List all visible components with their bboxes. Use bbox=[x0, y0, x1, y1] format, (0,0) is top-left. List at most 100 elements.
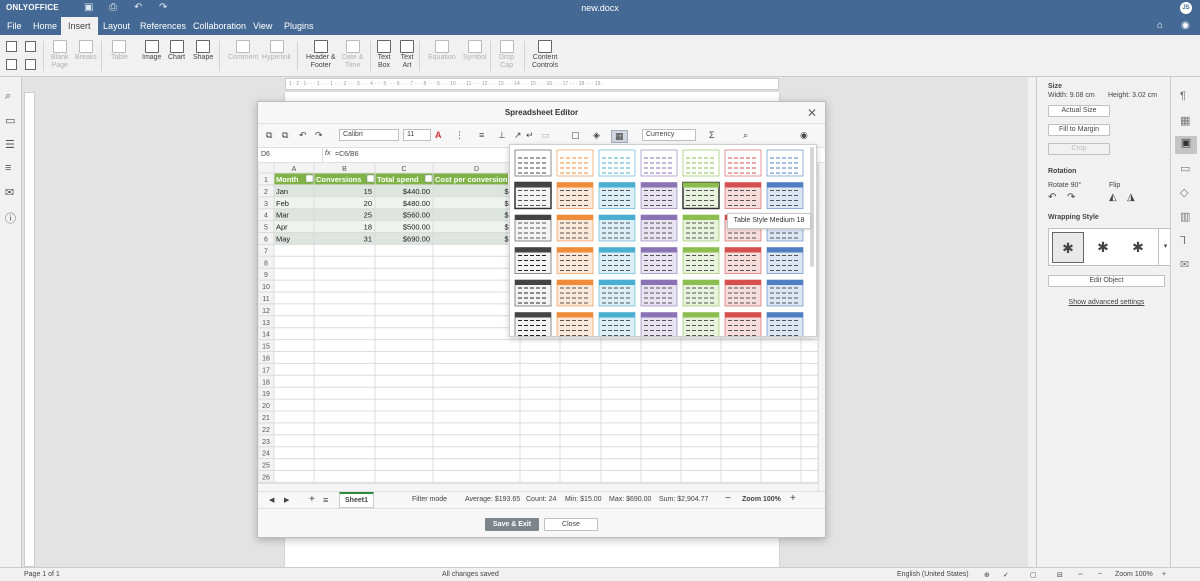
table-style-swatch[interactable] bbox=[682, 312, 720, 338]
tab-plugins[interactable]: Plugins bbox=[277, 17, 321, 35]
text-orient-icon[interactable]: ↗ bbox=[514, 130, 522, 141]
toolbar-item-1[interactable]: Breaks bbox=[75, 40, 97, 62]
search-icon[interactable]: ⌕ bbox=[743, 130, 748, 141]
table-style-swatch[interactable] bbox=[724, 247, 762, 274]
table-style-swatch[interactable] bbox=[640, 312, 678, 338]
table-style-swatch[interactable] bbox=[514, 181, 552, 210]
fit-page-icon[interactable]: ⊟ bbox=[1057, 571, 1063, 579]
feedback-icon[interactable]: ✉ bbox=[5, 186, 14, 199]
table-style-swatch[interactable] bbox=[514, 279, 552, 307]
sheet-tab[interactable]: Sheet1 bbox=[339, 492, 374, 508]
wrap-tight-icon[interactable]: ✱ bbox=[1122, 232, 1154, 263]
table-style-swatch[interactable] bbox=[514, 149, 552, 177]
language-selector[interactable]: English (United States) bbox=[897, 571, 969, 578]
table-style-swatch[interactable] bbox=[514, 312, 552, 338]
number-format-select[interactable]: Currency bbox=[642, 129, 696, 141]
track-changes-icon[interactable]: ▢ bbox=[1030, 571, 1037, 579]
table-style-swatch[interactable] bbox=[598, 214, 636, 242]
zoom-level[interactable]: Zoom 100% bbox=[742, 496, 781, 503]
sheet-list-icon[interactable]: ≡ bbox=[323, 495, 328, 505]
table-style-swatch[interactable] bbox=[724, 312, 762, 338]
fx-icon[interactable]: fx bbox=[325, 150, 330, 157]
chat-icon[interactable]: ☰ bbox=[5, 138, 15, 151]
table-style-swatch[interactable] bbox=[598, 149, 636, 177]
toolbar-item-11[interactable]: Text Art bbox=[400, 40, 414, 70]
toolbar-item-4[interactable]: Chart bbox=[168, 40, 185, 62]
table-style-swatch[interactable] bbox=[766, 312, 804, 338]
more-icon[interactable]: ⋮ bbox=[455, 130, 464, 141]
table-style-swatch[interactable] bbox=[682, 214, 720, 242]
wrap-text-icon[interactable]: ↵ bbox=[526, 130, 534, 141]
toolbar-item-8[interactable]: Header & Footer bbox=[306, 40, 336, 70]
tab-layout[interactable]: Layout bbox=[96, 17, 137, 35]
table-style-swatch[interactable] bbox=[766, 182, 804, 209]
comment-icon[interactable]: ▭ bbox=[5, 114, 15, 127]
user-avatar[interactable]: JS bbox=[1180, 2, 1192, 14]
fill-margin-button[interactable]: Fill to Margin bbox=[1048, 124, 1110, 136]
table-style-swatch[interactable] bbox=[724, 279, 762, 307]
zoom-in-icon[interactable]: + bbox=[1162, 571, 1166, 578]
crop-button[interactable]: Crop bbox=[1048, 143, 1110, 155]
navigation-icon[interactable]: ≡ bbox=[5, 162, 11, 174]
palette-scrollbar[interactable] bbox=[810, 147, 814, 267]
merge-icon[interactable]: ▭ bbox=[541, 130, 550, 141]
tab-file[interactable]: File bbox=[0, 17, 29, 35]
user-icon[interactable]: ◉ bbox=[1181, 20, 1190, 31]
toolbar-item-6[interactable]: Comment bbox=[228, 40, 258, 62]
table-style-swatch[interactable] bbox=[682, 247, 720, 274]
table-style-swatch[interactable] bbox=[556, 182, 594, 209]
toolbar-item-15[interactable]: Content Controls bbox=[532, 40, 558, 70]
table-style-swatch[interactable] bbox=[598, 247, 636, 274]
search-icon[interactable]: ⌕ bbox=[5, 90, 11, 103]
chart-settings-icon[interactable]: ▥ bbox=[1180, 210, 1190, 223]
toolbar-item-5[interactable]: Shape bbox=[193, 40, 213, 62]
tab-home[interactable]: Home bbox=[26, 17, 64, 35]
copy-icon[interactable] bbox=[6, 41, 17, 52]
table-style-swatch[interactable] bbox=[640, 182, 678, 209]
toolbar-item-14[interactable]: Drop Cap bbox=[499, 40, 514, 70]
page-counter[interactable]: Page 1 of 1 bbox=[24, 571, 60, 578]
wrap-inline-icon[interactable]: ✱ bbox=[1052, 232, 1084, 263]
redo-icon[interactable]: ↷ bbox=[315, 130, 323, 141]
cell-name-box[interactable]: D6 bbox=[261, 151, 270, 158]
undo-icon[interactable]: ↶ bbox=[299, 130, 307, 141]
table-style-swatch[interactable] bbox=[724, 149, 762, 177]
textart-settings-icon[interactable]: Ꞁ bbox=[1180, 234, 1186, 247]
font-name-select[interactable]: Calibri bbox=[339, 129, 399, 141]
table-style-swatch[interactable] bbox=[556, 214, 594, 242]
table-template-icon[interactable]: ▦ bbox=[611, 130, 628, 143]
actual-size-button[interactable]: Actual Size bbox=[1048, 105, 1110, 117]
view-icon[interactable]: ◉ bbox=[800, 130, 808, 141]
vertical-ruler[interactable] bbox=[24, 92, 35, 567]
table-style-swatch[interactable] bbox=[682, 149, 720, 177]
table-style-swatch[interactable] bbox=[556, 247, 594, 274]
align-left-icon[interactable]: ≡ bbox=[479, 130, 484, 140]
tab-insert[interactable]: Insert bbox=[61, 17, 98, 35]
table-style-swatch[interactable] bbox=[682, 181, 720, 210]
tab-view[interactable]: View bbox=[246, 17, 279, 35]
align-bottom-icon[interactable]: ⊥ bbox=[498, 130, 506, 141]
font-size-select[interactable]: 11 bbox=[403, 129, 431, 141]
globe-icon[interactable]: ⊕ bbox=[984, 571, 990, 579]
table-style-swatch[interactable] bbox=[640, 149, 678, 177]
toolbar-item-2[interactable]: Table bbox=[111, 40, 128, 62]
formula-input[interactable]: =C6/B6 bbox=[335, 151, 359, 158]
paste-icon[interactable] bbox=[6, 59, 17, 70]
table-style-swatch[interactable] bbox=[598, 279, 636, 307]
table-style-swatch[interactable] bbox=[514, 247, 552, 274]
table-style-swatch[interactable] bbox=[514, 214, 552, 242]
rotate-ccw-icon[interactable]: ↶ bbox=[1048, 192, 1056, 203]
table-style-swatch[interactable] bbox=[556, 312, 594, 338]
table-style-swatch[interactable] bbox=[556, 279, 594, 307]
font-color-icon[interactable]: A bbox=[435, 130, 442, 140]
shape-settings-icon[interactable]: ◇ bbox=[1180, 186, 1188, 199]
table-style-swatch[interactable] bbox=[766, 247, 804, 274]
toolbar-item-13[interactable]: Symbol bbox=[463, 40, 486, 62]
autosum-icon[interactable]: Σ bbox=[709, 130, 715, 140]
table-style-swatch[interactable] bbox=[598, 312, 636, 338]
flip-vertical-icon[interactable]: ◮ bbox=[1127, 192, 1135, 203]
fill-color-icon[interactable]: ◈ bbox=[593, 130, 600, 141]
toolbar-item-12[interactable]: Equation bbox=[428, 40, 456, 62]
table-style-swatch[interactable] bbox=[766, 149, 804, 177]
zoom-level[interactable]: Zoom 100% bbox=[1115, 571, 1153, 578]
